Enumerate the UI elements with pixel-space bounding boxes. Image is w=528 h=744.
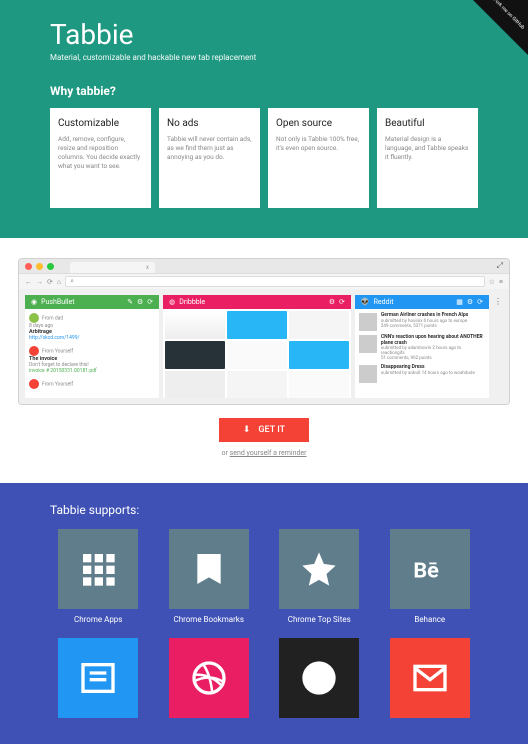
list-item: From dad8 days agoArbitragehttp://xkcd.c…: [29, 313, 155, 341]
expand-icon: ⤢: [497, 261, 503, 271]
support-label: Chrome Apps: [50, 615, 147, 624]
gear-icon: ⚙: [329, 298, 335, 306]
github-icon: [279, 638, 359, 718]
list-item: From Yourself: [29, 379, 155, 389]
why-heading: Why tabbie?: [50, 84, 478, 98]
thumbnail: [227, 311, 287, 339]
support-label: Chrome Top Sites: [271, 615, 368, 624]
refresh-icon: ⟳: [477, 298, 483, 306]
dribbble-icon: ◍: [169, 298, 175, 306]
behance-icon: Bē: [390, 529, 470, 609]
thumbnail: [289, 311, 349, 339]
support-item[interactable]: Chrome Top Sites: [271, 529, 368, 624]
thumbnail: [165, 311, 225, 339]
get-it-button[interactable]: ⬇GET IT: [219, 418, 309, 442]
dribbble-icon: [169, 638, 249, 718]
star-icon: ☆: [489, 278, 495, 286]
gear-icon: ⚙: [137, 298, 143, 306]
search-icon: ⌕: [70, 277, 74, 286]
thumbnail: [165, 371, 225, 398]
support-item[interactable]: [50, 638, 147, 724]
screenshot-section: x ⤢ ← → ⟳ ⌂ ⌕ ☆ ≡ ◉PushBullet✎⚙⟳ From da…: [0, 238, 528, 483]
thumbnail: [227, 341, 287, 369]
support-item[interactable]: Chrome Apps: [50, 529, 147, 624]
support-item[interactable]: Chrome Bookmarks: [161, 529, 258, 624]
support-label: Chrome Bookmarks: [161, 615, 258, 624]
reminder-text: or send yourself a reminder: [18, 449, 510, 457]
supports-section: Tabbie supports: Chrome Apps Chrome Bookm…: [0, 483, 528, 744]
home-icon: ⌂: [57, 278, 61, 286]
list-item: From YourselfThe invoiceDon't forget to …: [29, 346, 155, 374]
supports-heading: Tabbie supports:: [50, 503, 478, 517]
support-label: Behance: [382, 615, 479, 624]
gmail-icon: [390, 638, 470, 718]
bookmark-icon: [169, 529, 249, 609]
window-close-icon: [25, 263, 32, 270]
support-item[interactable]: [271, 638, 368, 724]
refresh-icon: ⟳: [339, 298, 345, 306]
view-icon: ▦: [456, 298, 463, 306]
window-min-icon: [36, 263, 43, 270]
browser-frame: x ⤢ ← → ⟳ ⌂ ⌕ ☆ ≡ ◉PushBullet✎⚙⟳ From da…: [18, 258, 510, 405]
card-opensource: Open sourceNot only is Tabbie 100% free,…: [268, 108, 369, 208]
list-item: Disappearing Dresssubmitted by anbu0 14 …: [359, 365, 485, 383]
hero-section: Tabbie Material, customizable and hackab…: [0, 0, 528, 238]
thumbnail: [165, 341, 225, 369]
github-ribbon[interactable]: Fork me on GitHub: [473, 0, 528, 55]
support-item[interactable]: Bē Behance: [382, 529, 479, 624]
newtab-content: ◉PushBullet✎⚙⟳ From dad8 days agoArbitra…: [19, 289, 509, 404]
more-icon: ⋮: [493, 295, 503, 398]
gear-icon: ⚙: [467, 298, 473, 306]
column-pushbullet: ◉PushBullet✎⚙⟳ From dad8 days agoArbitra…: [25, 295, 159, 398]
refresh-icon: ⟳: [147, 298, 153, 306]
download-icon: ⬇: [243, 425, 251, 435]
support-item[interactable]: [161, 638, 258, 724]
thumbnail: [289, 341, 349, 369]
news-icon: [58, 638, 138, 718]
forward-icon: →: [36, 278, 43, 286]
card-noads: No adsTabbie will never contain ads, as …: [159, 108, 260, 208]
list-item: CNN's reaction upon hearing about ANOTHE…: [359, 335, 485, 361]
card-customizable: CustomizableAdd, remove, configure, resi…: [50, 108, 151, 208]
list-item: German Airliner crashes in French Alpssu…: [359, 313, 485, 331]
svg-text:Bē: Bē: [413, 558, 439, 583]
feature-cards: CustomizableAdd, remove, configure, resi…: [50, 108, 478, 208]
support-item[interactable]: [382, 638, 479, 724]
tagline: Material, customizable and hackable new …: [50, 53, 478, 62]
column-reddit: 👽Reddit▦⚙⟳ German Airliner crashes in Fr…: [355, 295, 489, 398]
apps-icon: [58, 529, 138, 609]
url-bar: ⌕: [65, 276, 485, 287]
browser-toolbar: ← → ⟳ ⌂ ⌕ ☆ ≡: [19, 273, 509, 289]
star-icon: [279, 529, 359, 609]
window-max-icon: [47, 263, 54, 270]
reddit-icon: 👽: [361, 298, 370, 306]
menu-icon: ≡: [499, 278, 503, 286]
card-beautiful: BeautifulMaterial design is a language, …: [377, 108, 478, 208]
thumbnail: [289, 371, 349, 398]
brand-title: Tabbie: [50, 18, 478, 51]
reload-icon: ⟳: [47, 278, 53, 286]
compose-icon: ✎: [127, 298, 133, 306]
column-dribbble: ◍Dribbble⚙⟳: [163, 295, 351, 398]
browser-tab: x: [70, 262, 155, 273]
titlebar: x ⤢: [19, 259, 509, 273]
reminder-link[interactable]: send yourself a reminder: [230, 449, 307, 457]
back-icon: ←: [25, 278, 32, 286]
thumbnail: [227, 371, 287, 398]
pushbullet-icon: ◉: [31, 298, 37, 306]
